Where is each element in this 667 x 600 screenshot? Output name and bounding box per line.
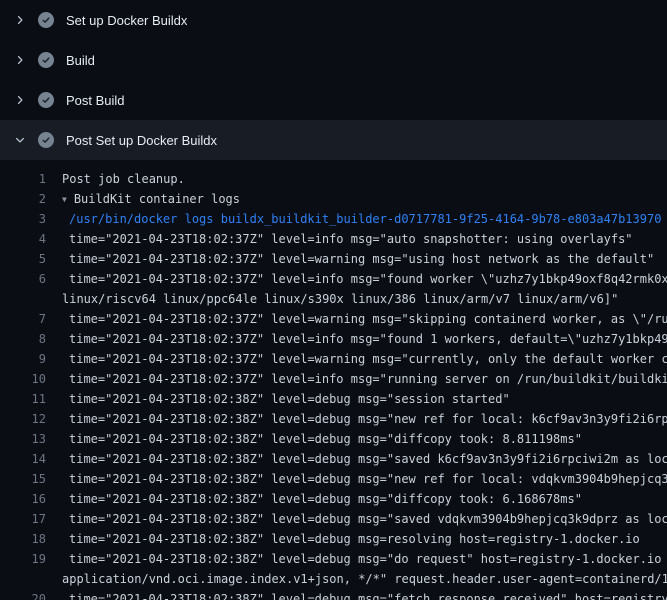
actions-log-viewer: Set up Docker Buildx Build Post Build Po…: [0, 0, 667, 600]
step-row-post-build[interactable]: Post Build: [0, 80, 667, 120]
log-line: 13 time="2021-04-23T18:02:38Z" level=debu…: [0, 429, 667, 449]
check-circle-icon: [38, 52, 54, 68]
log-line: 3/usr/bin/docker logs buildx_buildkit_bu…: [0, 209, 667, 229]
check-circle-icon: [38, 92, 54, 108]
log-line: 10 time="2021-04-23T18:02:37Z" level=info…: [0, 369, 667, 389]
log-line-number[interactable]: 20: [0, 589, 46, 600]
log-line: 11 time="2021-04-23T18:02:38Z" level=debu…: [0, 389, 667, 409]
log-line: 15 time="2021-04-23T18:02:38Z" level=debu…: [0, 469, 667, 489]
log-line-number[interactable]: 7: [0, 309, 46, 329]
log-line-number: [0, 289, 46, 309]
log-rows: 1 Post job cleanup. 2 ▼ BuildKit container l…: [0, 169, 667, 600]
log-line-text: time="2021-04-23T18:02:37Z" level=warnin…: [62, 249, 654, 269]
log-line-text: time="2021-04-23T18:02:38Z" level=debug …: [62, 489, 582, 509]
log-command-text: /usr/bin/docker logs buildx_buildkit_bui…: [62, 209, 661, 229]
log-line: 20 time="2021-04-23T18:02:38Z" level=debu…: [0, 589, 667, 600]
log-line-number[interactable]: 2: [0, 189, 46, 209]
log-line: 19 time="2021-04-23T18:02:38Z" level=debu…: [0, 549, 667, 569]
log-line-number[interactable]: 6: [0, 269, 46, 289]
step-row-post-set-up-docker-buildx[interactable]: Post Set up Docker Buildx: [0, 120, 667, 160]
check-circle-icon: [38, 12, 54, 28]
group-label: BuildKit container logs: [74, 192, 240, 206]
log-line: 17 time="2021-04-23T18:02:38Z" level=debu…: [0, 509, 667, 529]
log-line-text: Post job cleanup.: [62, 169, 185, 189]
log-line-text: time="2021-04-23T18:02:38Z" level=debug …: [62, 429, 582, 449]
step-label: Set up Docker Buildx: [66, 13, 187, 28]
log-line: 14 time="2021-04-23T18:02:38Z" level=debu…: [0, 449, 667, 469]
step-label: Build: [66, 53, 95, 68]
log-line: 6 time="2021-04-23T18:02:37Z" level=info …: [0, 269, 667, 289]
log-line-text: time="2021-04-23T18:02:38Z" level=debug …: [62, 549, 667, 569]
log-line-text: time="2021-04-23T18:02:38Z" level=debug …: [62, 389, 510, 409]
chevron-right-icon: [12, 92, 28, 108]
log-line: 8 time="2021-04-23T18:02:37Z" level=info …: [0, 329, 667, 349]
group-collapse-triangle-icon: ▼: [62, 190, 67, 209]
log-line-text: time="2021-04-23T18:02:37Z" level=warnin…: [62, 309, 667, 329]
log-line-number[interactable]: 9: [0, 349, 46, 369]
log-line: 18 time="2021-04-23T18:02:38Z" level=debu…: [0, 529, 667, 549]
log-line-number[interactable]: 15: [0, 469, 46, 489]
log-line: 7 time="2021-04-23T18:02:37Z" level=warni…: [0, 309, 667, 329]
log-area: 1 Post job cleanup. 2 ▼ BuildKit container l…: [0, 160, 667, 600]
log-line: 1 Post job cleanup.: [0, 169, 667, 189]
log-line: application/vnd.oci.image.index.v1+json,…: [0, 569, 667, 589]
log-line-number[interactable]: 3: [0, 209, 46, 229]
chevron-right-icon: [12, 52, 28, 68]
log-line: 9 time="2021-04-23T18:02:37Z" level=warni…: [0, 349, 667, 369]
log-line-number[interactable]: 4: [0, 229, 46, 249]
log-line-text: time="2021-04-23T18:02:37Z" level=info m…: [62, 369, 667, 389]
log-line-number[interactable]: 8: [0, 329, 46, 349]
step-row-build[interactable]: Build: [0, 40, 667, 80]
log-line: 5 time="2021-04-23T18:02:37Z" level=warni…: [0, 249, 667, 269]
log-line-number[interactable]: 12: [0, 409, 46, 429]
log-line: 12 time="2021-04-23T18:02:38Z" level=debu…: [0, 409, 667, 429]
log-line-text: time="2021-04-23T18:02:38Z" level=debug …: [62, 589, 667, 600]
log-line: linux/riscv64 linux/ppc64le linux/s390x …: [0, 289, 667, 309]
log-line-number[interactable]: 11: [0, 389, 46, 409]
log-line-text: time="2021-04-23T18:02:38Z" level=debug …: [62, 409, 667, 429]
log-line-number[interactable]: 10: [0, 369, 46, 389]
log-line-number[interactable]: 18: [0, 529, 46, 549]
log-line-number: [0, 569, 46, 589]
log-line-text: time="2021-04-23T18:02:37Z" level=warnin…: [62, 349, 667, 369]
step-row-set-up-docker-buildx[interactable]: Set up Docker Buildx: [0, 0, 667, 40]
log-line-text: time="2021-04-23T18:02:37Z" level=info m…: [62, 269, 667, 289]
log-line: 4 time="2021-04-23T18:02:37Z" level=info …: [0, 229, 667, 249]
log-line-number[interactable]: 1: [0, 169, 46, 189]
log-line-text: application/vnd.oci.image.index.v1+json,…: [62, 569, 667, 589]
log-line-text: time="2021-04-23T18:02:38Z" level=debug …: [62, 469, 667, 489]
check-circle-icon: [38, 132, 54, 148]
log-line-number[interactable]: 5: [0, 249, 46, 269]
log-line-text[interactable]: ▼ BuildKit container logs: [62, 189, 240, 209]
step-label: Post Set up Docker Buildx: [66, 133, 217, 148]
log-line-text: time="2021-04-23T18:02:37Z" level=info m…: [62, 229, 633, 249]
log-line-number[interactable]: 14: [0, 449, 46, 469]
log-line-text: time="2021-04-23T18:02:37Z" level=info m…: [62, 329, 667, 349]
log-line-text: linux/riscv64 linux/ppc64le linux/s390x …: [62, 289, 618, 309]
step-label: Post Build: [66, 93, 125, 108]
chevron-right-icon: [12, 12, 28, 28]
log-line-text: time="2021-04-23T18:02:38Z" level=debug …: [62, 449, 667, 469]
log-line: 2 ▼ BuildKit container logs: [0, 189, 667, 209]
log-line-number[interactable]: 17: [0, 509, 46, 529]
log-line-number[interactable]: 19: [0, 549, 46, 569]
log-line-number[interactable]: 16: [0, 489, 46, 509]
chevron-down-icon: [12, 132, 28, 148]
log-line-number[interactable]: 13: [0, 429, 46, 449]
log-line: 16 time="2021-04-23T18:02:38Z" level=debu…: [0, 489, 667, 509]
log-line-text: time="2021-04-23T18:02:38Z" level=debug …: [62, 509, 667, 529]
log-line-text: time="2021-04-23T18:02:38Z" level=debug …: [62, 529, 640, 549]
